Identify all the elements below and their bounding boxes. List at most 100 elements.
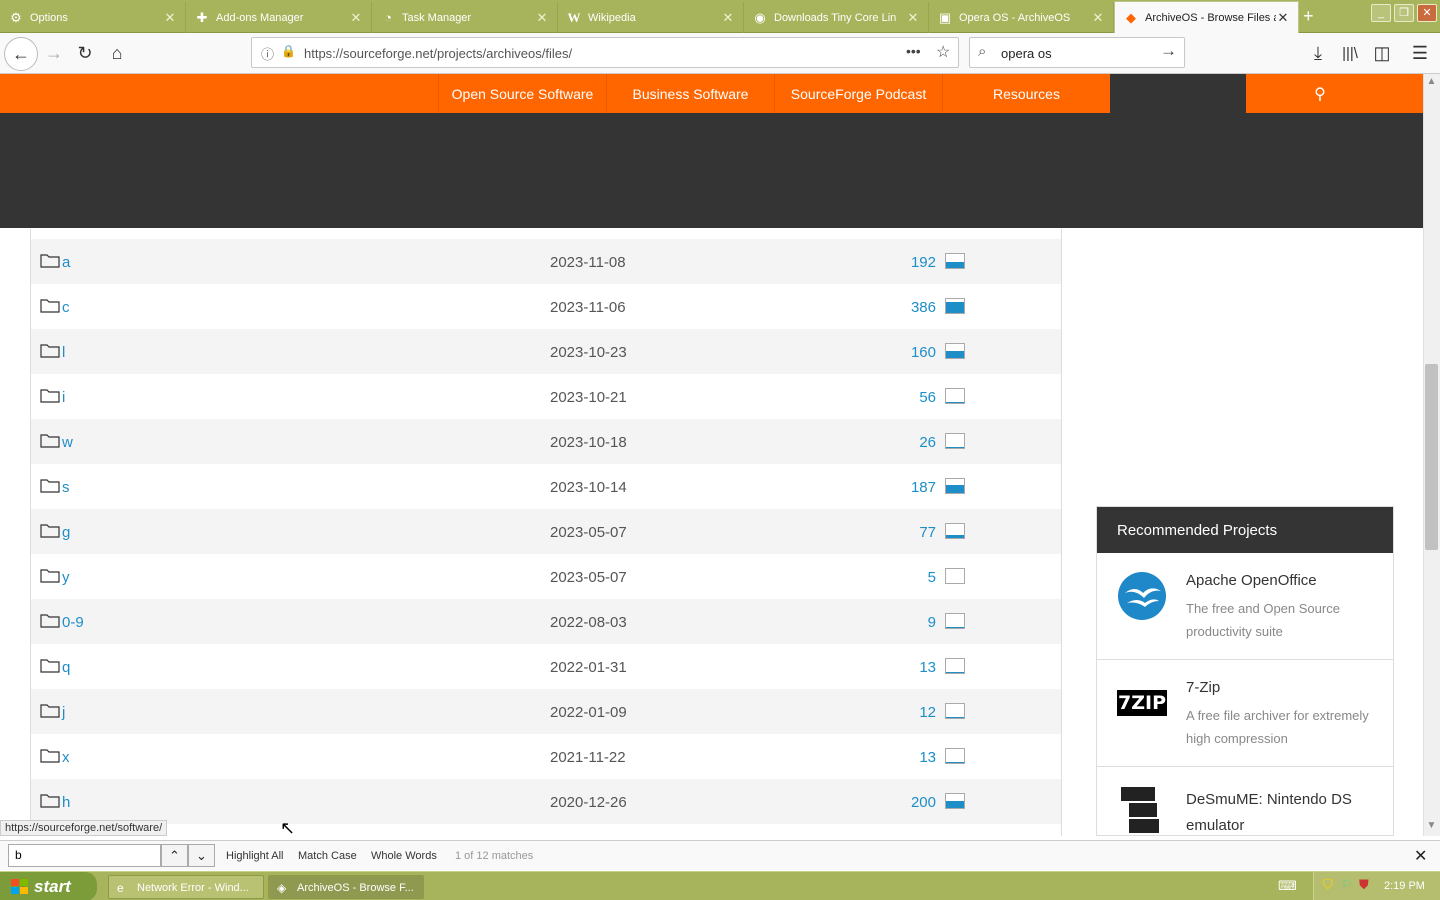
file-row[interactable]: a 2023-11-08 192 [31,239,1061,284]
download-count[interactable]: 13 [885,749,936,766]
folder-link[interactable]: w [62,434,73,451]
page-actions-icon[interactable]: ••• [906,43,921,59]
download-sparkline-icon[interactable] [945,793,965,809]
project-name[interactable]: DeSmuME: Nintendo DS emulator [1186,787,1376,835]
tab-close-icon[interactable]: ✕ [1091,10,1105,26]
search-go-icon[interactable]: → [1160,41,1177,61]
start-button[interactable]: start [0,872,97,900]
library-icon[interactable]: |||\ [1334,38,1366,68]
file-row[interactable]: 0-9 2022-08-03 9 [31,599,1061,644]
minimize-button[interactable]: _ [1371,4,1391,22]
browser-tab[interactable]: ◔ Task Manager ✕ [372,2,558,33]
project-card[interactable]: Apache OpenOffice The free and Open Sour… [1097,553,1393,660]
download-count[interactable]: 386 [885,299,936,316]
download-count[interactable]: 77 [885,524,936,541]
tab-close-icon[interactable]: ✕ [1276,10,1290,26]
download-sparkline-icon[interactable] [945,433,965,449]
download-count[interactable]: 56 [885,389,936,406]
taskbar-item[interactable]: e Network Error - Wind... [108,875,264,899]
menu-icon[interactable]: ☰ [1404,38,1436,68]
new-tab-button[interactable]: + [1303,6,1314,27]
site-search-button[interactable]: ⚲ [1246,74,1394,113]
download-sparkline-icon[interactable] [945,658,965,674]
download-sparkline-icon[interactable] [945,613,965,629]
find-input[interactable]: b [8,844,161,867]
folder-link[interactable]: y [62,569,70,586]
folder-link[interactable]: x [62,749,70,766]
whole-words-toggle[interactable]: Whole Words [371,850,437,862]
folder-link[interactable]: j [62,704,65,721]
downloads-icon[interactable]: ⤓ [1302,38,1334,68]
browser-tab[interactable]: ◆ ArchiveOS - Browse Files a ✕ [1114,1,1299,33]
file-row[interactable]: s 2023-10-14 187 [31,464,1061,509]
close-find-bar-icon[interactable]: ✕ [1414,846,1427,866]
download-count[interactable]: 12 [885,704,936,721]
tab-close-icon[interactable]: ✕ [535,10,549,26]
search-input[interactable]: opera os [1001,46,1052,61]
download-sparkline-icon[interactable] [945,523,965,539]
download-sparkline-icon[interactable] [945,568,965,584]
nav-resources[interactable]: Resources [942,74,1110,113]
url-bar[interactable]: ⓘ 🔒 https://sourceforge.net/projects/arc… [251,37,959,68]
scrollbar-thumb[interactable] [1425,364,1438,550]
download-count[interactable]: 192 [885,254,936,271]
file-row[interactable]: x 2021-11-22 13 [31,734,1061,779]
antivirus-icon[interactable]: ⛊ [1359,877,1369,893]
file-row[interactable]: g 2023-05-07 77 [31,509,1061,554]
file-row[interactable]: h 2020-12-26 200 [31,779,1061,824]
project-name[interactable]: 7-Zip [1186,679,1220,696]
download-count[interactable]: 13 [885,659,936,676]
match-case-toggle[interactable]: Match Case [298,850,357,862]
file-row[interactable]: y 2023-05-07 5 [31,554,1061,599]
download-sparkline-icon[interactable] [945,703,965,719]
file-row[interactable]: c 2023-11-06 386 [31,284,1061,329]
back-button[interactable]: ← [4,37,38,71]
find-previous-button[interactable]: ⌃ [161,844,188,867]
tab-close-icon[interactable]: ✕ [906,10,920,26]
download-sparkline-icon[interactable] [945,298,965,314]
bookmark-star-icon[interactable]: ☆ [936,42,950,62]
folder-link[interactable]: g [62,524,70,541]
security-shield-icon[interactable]: ⛉ [1323,877,1333,893]
close-window-button[interactable]: ✕ [1417,4,1437,22]
folder-link[interactable]: h [62,794,70,811]
browser-tab[interactable]: ⚙ Options ✕ [0,2,186,33]
download-count[interactable]: 187 [885,479,936,496]
browser-tab[interactable]: ✚ Add-ons Manager ✕ [186,2,372,33]
download-count[interactable]: 26 [885,434,936,451]
folder-link[interactable]: s [62,479,70,496]
project-card[interactable]: DeSmuME: Nintendo DS emulator [1097,767,1393,835]
taskbar-item[interactable]: ◈ ArchiveOS - Browse F... [268,875,424,899]
project-card[interactable]: 7ZIP 7-Zip A free file archiver for extr… [1097,660,1393,767]
folder-link[interactable]: l [62,344,65,361]
network-icon[interactable]: ⚐ [1341,877,1353,893]
find-next-button[interactable]: ⌄ [188,844,215,867]
project-name[interactable]: Apache OpenOffice [1186,572,1317,589]
maximize-button[interactable]: ❐ [1394,4,1414,22]
folder-link[interactable]: a [62,254,70,271]
nav-business-software[interactable]: Business Software [606,74,774,113]
info-icon[interactable]: ⓘ [261,44,274,63]
reload-button[interactable]: ↻ [69,38,101,68]
home-button[interactable]: ⌂ [101,38,133,68]
folder-link[interactable]: q [62,659,70,676]
folder-link[interactable]: 0-9 [62,614,84,631]
search-bar[interactable]: ⌕ opera os → [969,37,1185,68]
browser-tab[interactable]: W Wikipedia ✕ [558,2,744,33]
highlight-all-toggle[interactable]: Highlight All [226,850,283,862]
download-sparkline-icon[interactable] [945,748,965,764]
nav-sourceforge-podcast[interactable]: SourceForge Podcast [774,74,942,113]
download-count[interactable]: 5 [885,569,936,586]
url-text[interactable]: https://sourceforge.net/projects/archive… [304,46,572,61]
file-row[interactable]: i 2023-10-21 56 [31,374,1061,419]
download-count[interactable]: 160 [885,344,936,361]
file-row[interactable]: j 2022-01-09 12 [31,689,1061,734]
download-count[interactable]: 200 [885,794,936,811]
file-row[interactable]: w 2023-10-18 26 [31,419,1061,464]
download-sparkline-icon[interactable] [945,343,965,359]
file-row[interactable]: q 2022-01-31 13 [31,644,1061,689]
tab-close-icon[interactable]: ✕ [349,10,363,26]
download-count[interactable]: 9 [885,614,936,631]
download-sparkline-icon[interactable] [945,478,965,494]
nav-open-source-software[interactable]: Open Source Software [438,74,606,113]
